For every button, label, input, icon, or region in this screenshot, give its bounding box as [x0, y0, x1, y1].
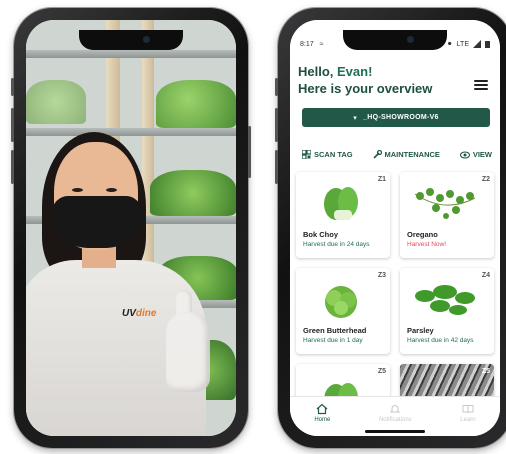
maintenance-button[interactable]: MAINTENANCE	[372, 150, 440, 159]
location-label: _HQ-SHOWROOM-V6	[363, 114, 439, 121]
lettuce-plants	[150, 170, 236, 216]
qr-icon	[302, 150, 311, 159]
wrench-icon	[372, 150, 382, 159]
scan-tag-button[interactable]: SCAN TAG	[302, 150, 353, 159]
person-eye	[106, 188, 117, 192]
bok-choy-image	[324, 187, 358, 220]
volume-down-button	[11, 150, 14, 184]
gloved-hand	[166, 312, 210, 392]
greeting-hello: Hello, Evan!	[298, 64, 373, 79]
greeting: Hello, Evan! Here is your overview	[298, 64, 432, 96]
zone-label: Z4	[481, 272, 490, 279]
harvest-status: Harvest due in 1 day	[303, 337, 363, 344]
vpn-key-icon: ⚫	[446, 41, 453, 48]
bell-icon	[389, 405, 401, 413]
grow-shelf	[26, 128, 236, 136]
lettuce-plants	[156, 80, 236, 128]
home-icon	[316, 403, 328, 415]
zone-card[interactable]: Z2 Oregano Harvest Now!	[400, 172, 494, 258]
plant-name: Green Butterhead	[303, 326, 367, 335]
harvest-status: Harvest due in 24 days	[303, 241, 370, 248]
volume-up-button	[275, 108, 278, 142]
volume-up-button	[11, 108, 14, 142]
harvest-status: Harvest Now!	[407, 241, 447, 248]
nav-notifications[interactable]: Notifications	[379, 403, 412, 423]
zone-label: Z2	[481, 176, 490, 183]
zone-grid: Z1 Bok Choy Harvest due in 24 days Z2 Or…	[296, 172, 494, 404]
person-eye	[72, 188, 83, 192]
left-phone-screen: UVdine	[26, 20, 236, 436]
oregano-image	[414, 188, 476, 219]
location-selector-button[interactable]: ▾ _HQ-SHOWROOM-V6	[302, 108, 490, 127]
zone-card[interactable]: Z3 Green Butterhead Harvest due in 1 day	[296, 268, 390, 354]
zone-label: Z3	[377, 272, 386, 279]
user-name: Evan!	[337, 64, 373, 79]
lettuce-plants	[26, 80, 86, 124]
shirt-logo: UVdine	[122, 308, 157, 319]
volume-down-button	[275, 150, 278, 184]
greeting-subtitle: Here is your overview	[298, 81, 433, 96]
notch	[343, 30, 447, 50]
right-phone: 8:17 ≈ ◷ ⚫ LTE Hello, Evan! Here is your…	[275, 8, 506, 448]
grow-shelf	[26, 50, 236, 58]
mute-switch	[11, 78, 14, 96]
status-time: 8:17	[300, 40, 314, 48]
view-button[interactable]: VIEW	[459, 150, 492, 159]
network-label: LTE	[456, 40, 469, 48]
zone-label: Z5	[481, 368, 490, 375]
zone-card[interactable]: Z4 Parsley Harvest due in 42 days	[400, 268, 494, 354]
cast-icon: ≈	[319, 40, 324, 48]
zone-label: Z1	[377, 176, 386, 183]
app-screen: 8:17 ≈ ◷ ⚫ LTE Hello, Evan! Here is your…	[290, 20, 500, 436]
battery-icon	[485, 41, 490, 48]
green-butterhead-image	[325, 286, 357, 318]
right-phone-screen: 8:17 ≈ ◷ ⚫ LTE Hello, Evan! Here is your…	[290, 20, 500, 436]
menu-icon[interactable]	[474, 80, 488, 90]
zone-card[interactable]: Z1 Bok Choy Harvest due in 24 days	[296, 172, 390, 258]
chevron-down-icon: ▾	[353, 114, 358, 122]
book-icon	[462, 405, 474, 414]
signal-icon	[473, 40, 481, 48]
farmer-photo: UVdine	[26, 20, 236, 436]
nav-learn[interactable]: Learn	[460, 403, 476, 423]
plant-name: Bok Choy	[303, 230, 339, 239]
plant-name: Parsley	[407, 326, 434, 335]
harvest-status: Harvest due in 42 days	[407, 337, 474, 344]
plant-name: Oregano	[407, 230, 438, 239]
nav-home[interactable]: Home	[314, 403, 330, 423]
mute-switch	[275, 78, 278, 96]
parsley-image	[415, 285, 475, 315]
notch	[79, 30, 183, 50]
eye-icon	[459, 150, 470, 159]
zone-label: Z5	[377, 368, 386, 375]
left-phone: UVdine	[11, 8, 251, 448]
power-button	[248, 126, 251, 178]
home-indicator	[365, 430, 425, 433]
action-bar: SCAN TAG MAINTENANCE VIEW	[302, 150, 492, 159]
